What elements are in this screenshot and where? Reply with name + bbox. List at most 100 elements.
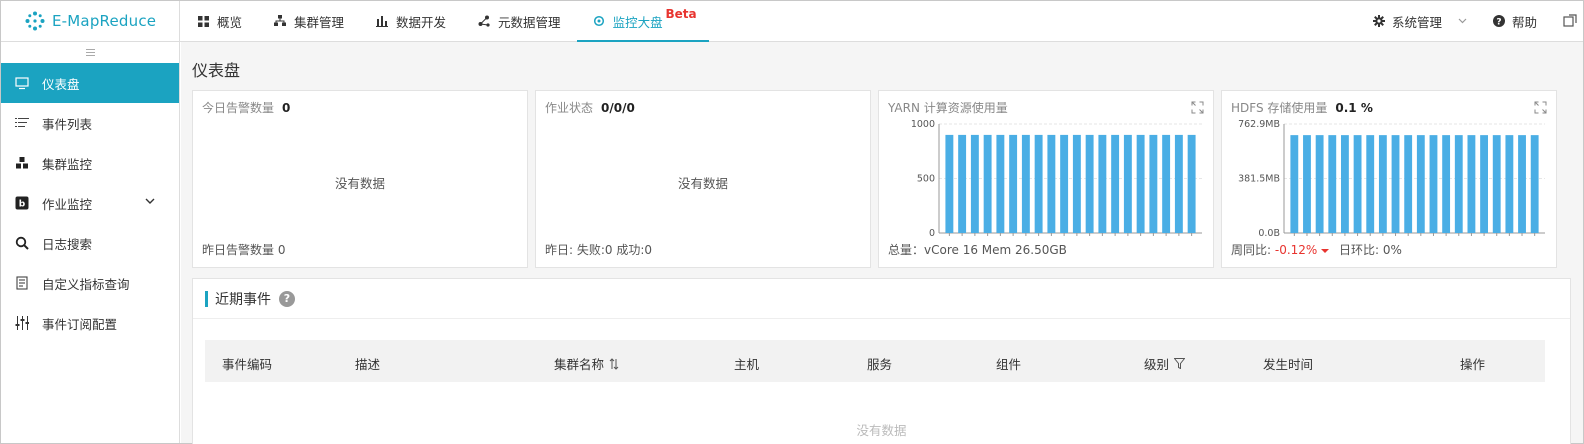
- logo[interactable]: E-MapReduce: [1, 1, 180, 41]
- chart-bar[interactable]: [1366, 135, 1375, 233]
- chart-bar[interactable]: [1416, 135, 1425, 233]
- sidebar-item-job-monitor[interactable]: b 作业监控: [1, 183, 179, 223]
- chart-bar[interactable]: [970, 134, 979, 233]
- gear-icon: [1372, 15, 1385, 27]
- nav-metadata-management[interactable]: 元数据管理: [462, 1, 577, 41]
- col-level[interactable]: 级别: [1144, 354, 1186, 373]
- hdfs-footer: 周同比: -0.12% 日环比: 0%: [1231, 241, 1402, 258]
- title-accent-bar: [205, 290, 208, 307]
- chart-bar[interactable]: [1505, 135, 1514, 233]
- chart-bar[interactable]: [958, 134, 967, 233]
- events-no-data: 没有数据: [856, 423, 907, 438]
- alarm-yesterday: 昨日告警数量 0: [202, 243, 286, 257]
- recent-events-panel: 近期事件 ? 事件编码 描述 集群名称 主机 服务 组件 级别 发生时间 操作 …: [192, 278, 1571, 444]
- sidebar-item-label: 自定义指标查询: [42, 276, 130, 292]
- nav-overview[interactable]: 概览: [181, 1, 258, 41]
- chart-bar[interactable]: [1442, 135, 1451, 233]
- chart-bar[interactable]: [1467, 135, 1476, 233]
- chart-bar[interactable]: [1162, 134, 1171, 233]
- chart-bar[interactable]: [1290, 135, 1299, 233]
- help-icon[interactable]: ?: [279, 290, 295, 307]
- chart-bar[interactable]: [1187, 134, 1196, 233]
- chart-bar[interactable]: [1391, 135, 1400, 233]
- chart-bar[interactable]: [1429, 135, 1438, 233]
- nav-cluster-management[interactable]: 集群管理: [258, 1, 360, 41]
- chart-bar[interactable]: [1009, 134, 1018, 233]
- chart-bar[interactable]: [1098, 134, 1107, 233]
- chart-bar[interactable]: [1341, 135, 1349, 233]
- y-tick-label: 500: [917, 174, 935, 185]
- sidebar-item-log-search[interactable]: 日志搜索: [1, 223, 179, 263]
- chart-bar[interactable]: [1174, 134, 1183, 233]
- top-bar: E-MapReduce 概览 集群管理 数据开发 元数据管理 监控大盘 Beta…: [1, 1, 1583, 42]
- alarm-card-title: 今日告警数量 0: [202, 99, 290, 116]
- emr-logo-icon: [25, 11, 45, 31]
- app-window: E-MapReduce 概览 集群管理 数据开发 元数据管理 监控大盘 Beta…: [0, 0, 1584, 444]
- sort-icon[interactable]: [609, 357, 619, 370]
- system-management-label: 系统管理: [1391, 14, 1442, 30]
- col-label: 主机: [734, 357, 760, 372]
- nav-data-dev-label: 数据开发: [396, 14, 447, 30]
- col-label: 集群名称: [554, 357, 605, 372]
- chart-bar[interactable]: [1060, 134, 1069, 233]
- system-management-menu[interactable]: 系统管理: [1372, 12, 1467, 31]
- chart-bar[interactable]: [1328, 135, 1337, 233]
- sidebar-item-cluster-monitor[interactable]: 集群监控: [1, 143, 179, 183]
- job-status-value: 0/0/0: [601, 101, 635, 115]
- sidebar-collapse-handle[interactable]: [1, 42, 179, 63]
- filter-icon[interactable]: [1174, 358, 1186, 369]
- col-label: 组件: [996, 357, 1022, 372]
- chart-bar[interactable]: [1492, 135, 1501, 233]
- alarm-count: 0: [282, 101, 291, 115]
- help-link[interactable]: ? 帮助: [1492, 12, 1537, 31]
- chart-bar[interactable]: [1021, 134, 1030, 233]
- nav-monitoring-dashboard[interactable]: 监控大盘 Beta: [576, 1, 709, 42]
- chart-bar[interactable]: [1072, 134, 1081, 233]
- sidebar-item-dashboard[interactable]: 仪表盘: [1, 63, 179, 103]
- hdfs-wow-label: 周同比:: [1231, 243, 1272, 257]
- chart-bar[interactable]: [1378, 135, 1387, 233]
- y-tick-label: 0.0B: [1258, 228, 1280, 239]
- chart-bar[interactable]: [945, 134, 954, 233]
- help-label: 帮助: [1511, 14, 1537, 30]
- sidebar-item-event-list[interactable]: 事件列表: [1, 103, 179, 143]
- col-description: 描述: [355, 354, 380, 373]
- sidebar-item-label: 事件订阅配置: [42, 316, 118, 332]
- nav-right: 系统管理 ? 帮助: [1372, 1, 1583, 41]
- logout-icon[interactable]: [1563, 14, 1577, 28]
- chart-bar[interactable]: [1111, 134, 1120, 233]
- svg-text:b: b: [19, 200, 26, 210]
- col-label: 描述: [355, 357, 381, 372]
- chart-bar[interactable]: [1315, 135, 1324, 233]
- chart-bar[interactable]: [996, 134, 1005, 233]
- nav-data-development[interactable]: 数据开发: [360, 1, 462, 41]
- sidebar-item-label: 作业监控: [42, 196, 93, 212]
- bar-chart-icon: [376, 15, 389, 27]
- sidebar-item-event-subscription[interactable]: 事件订阅配置: [1, 303, 179, 343]
- y-tick-label: 1000: [911, 119, 935, 130]
- chart-bar[interactable]: [1454, 135, 1463, 233]
- sidebar-item-custom-metric-query[interactable]: 自定义指标查询: [1, 263, 179, 303]
- chart-bar[interactable]: [1404, 135, 1413, 233]
- chart-bar[interactable]: [1034, 134, 1043, 233]
- col-cluster-name[interactable]: 集群名称: [554, 354, 619, 373]
- chart-bar[interactable]: [1085, 134, 1094, 233]
- monitor-icon: [593, 15, 605, 27]
- job-status-title: 作业状态 0/0/0: [545, 99, 635, 116]
- hdfs-wow-value: -0.12%: [1274, 243, 1318, 257]
- grid-icon: [197, 15, 209, 27]
- chart-bar[interactable]: [1480, 135, 1488, 233]
- chart-bar[interactable]: [1303, 135, 1311, 233]
- chart-bar[interactable]: [1530, 135, 1539, 233]
- chart-bar[interactable]: [1136, 134, 1145, 233]
- nav-overview-label: 概览: [217, 14, 243, 30]
- chart-bar[interactable]: [1149, 134, 1158, 233]
- col-label: 操作: [1460, 357, 1486, 372]
- chart-bar[interactable]: [1047, 134, 1056, 233]
- chart-bar[interactable]: [1518, 135, 1526, 233]
- y-tick-label: 0: [929, 228, 935, 239]
- chart-bar[interactable]: [1123, 134, 1132, 233]
- events-table-header: 事件编码 描述 集群名称 主机 服务 组件 级别 发生时间 操作: [205, 340, 1545, 382]
- chart-bar[interactable]: [983, 134, 992, 233]
- chart-bar[interactable]: [1353, 135, 1362, 233]
